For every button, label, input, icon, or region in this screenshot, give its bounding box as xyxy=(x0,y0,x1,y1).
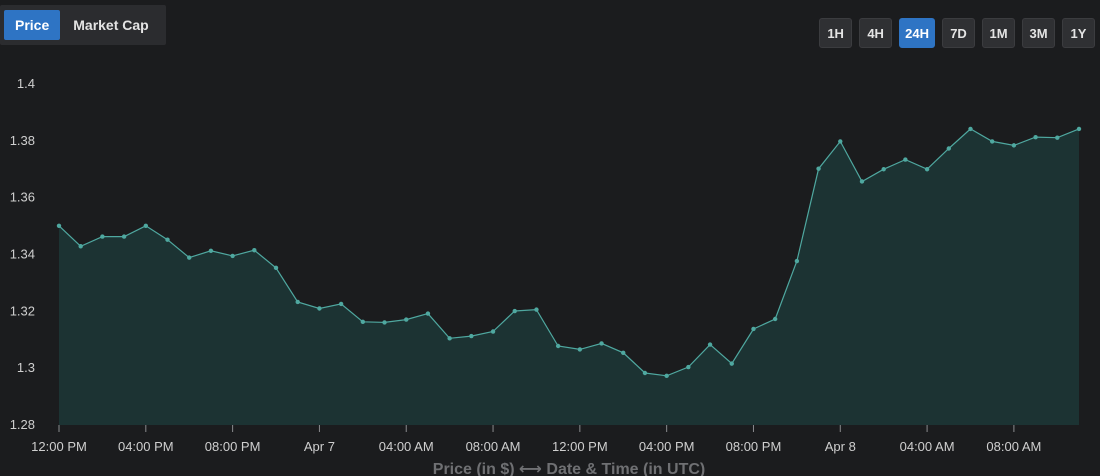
data-point[interactable] xyxy=(577,347,583,352)
data-point[interactable] xyxy=(230,253,235,259)
data-point[interactable] xyxy=(664,373,669,379)
x-tick-label: 12:00 PM xyxy=(31,439,87,454)
axis-caption: Price (in $) ⟷ Date & Time (in UTC) xyxy=(433,461,705,476)
data-point[interactable] xyxy=(295,299,300,305)
data-point[interactable] xyxy=(729,361,734,366)
data-point[interactable] xyxy=(903,157,908,162)
data-point[interactable] xyxy=(946,146,951,151)
x-tick-label: 04:00 AM xyxy=(900,439,955,454)
data-point[interactable] xyxy=(794,258,800,264)
data-point[interactable] xyxy=(187,255,192,260)
data-point[interactable] xyxy=(252,248,257,253)
data-point[interactable] xyxy=(425,311,431,316)
data-point[interactable] xyxy=(165,237,170,242)
data-point[interactable] xyxy=(121,234,127,239)
data-point[interactable] xyxy=(512,308,517,314)
data-point[interactable] xyxy=(447,336,452,341)
data-point[interactable] xyxy=(816,166,821,171)
x-axis: 12:00 PM 04:00 PM 08:00 PM Apr 7 04:00 AM 08:… xyxy=(31,425,1041,454)
data-point[interactable] xyxy=(838,139,843,144)
data-point[interactable] xyxy=(317,306,322,311)
data-point[interactable] xyxy=(599,341,604,346)
y-tick-label: 1.36 xyxy=(10,190,35,205)
x-tick-label: 12:00 PM xyxy=(552,439,608,454)
data-point[interactable] xyxy=(490,329,496,334)
price-area xyxy=(59,128,1079,425)
chart-widget: Price Market Cap 1H 4H 24H 7D 1M 3M 1Y 1… xyxy=(0,0,1100,476)
x-tick-label: 08:00 AM xyxy=(466,439,521,454)
y-tick-label: 1.38 xyxy=(10,133,35,148)
data-point[interactable] xyxy=(100,234,105,239)
data-point[interactable] xyxy=(989,139,995,144)
data-point[interactable] xyxy=(621,350,626,356)
data-point[interactable] xyxy=(772,316,778,322)
data-point[interactable] xyxy=(881,167,886,172)
data-point[interactable] xyxy=(208,248,214,254)
data-point[interactable] xyxy=(1055,135,1060,140)
data-point[interactable] xyxy=(555,343,561,349)
x-tick-label: 08:00 PM xyxy=(205,439,261,454)
y-tick-label: 1.3 xyxy=(17,360,35,375)
x-tick-label: 08:00 AM xyxy=(986,439,1041,454)
data-point[interactable] xyxy=(78,244,83,249)
data-point[interactable] xyxy=(751,326,756,332)
data-point[interactable] xyxy=(143,223,149,228)
x-tick-label: 08:00 PM xyxy=(726,439,782,454)
data-point[interactable] xyxy=(273,265,279,271)
data-point[interactable] xyxy=(924,167,930,172)
x-tick-label: 04:00 AM xyxy=(379,439,434,454)
y-tick-label: 1.4 xyxy=(17,76,35,91)
x-tick-label: Apr 8 xyxy=(825,439,856,454)
data-point[interactable] xyxy=(382,320,387,325)
y-axis: 1.4 1.38 1.36 1.34 1.32 1.3 1.28 xyxy=(10,76,35,432)
data-point[interactable] xyxy=(1033,134,1038,140)
data-point[interactable] xyxy=(642,370,648,376)
y-tick-label: 1.34 xyxy=(10,247,35,262)
data-point[interactable] xyxy=(56,223,62,228)
y-tick-label: 1.32 xyxy=(10,303,35,318)
data-point[interactable] xyxy=(1076,126,1082,132)
data-point[interactable] xyxy=(686,364,691,370)
y-tick-label: 1.28 xyxy=(10,417,35,432)
data-point[interactable] xyxy=(534,307,539,312)
data-point[interactable] xyxy=(360,319,366,325)
data-point[interactable] xyxy=(859,179,865,184)
data-point[interactable] xyxy=(338,301,344,307)
price-chart: 1.4 1.38 1.36 1.34 1.32 1.3 1.28 12:00 PM 04:00… xyxy=(10,76,1082,476)
data-point[interactable] xyxy=(1011,143,1017,148)
x-tick-label: Apr 7 xyxy=(304,439,335,454)
x-tick-label: 04:00 PM xyxy=(639,439,695,454)
data-point[interactable] xyxy=(469,333,474,339)
data-point[interactable] xyxy=(404,317,409,322)
data-point[interactable] xyxy=(968,126,973,132)
x-tick-label: 04:00 PM xyxy=(118,439,174,454)
data-point[interactable] xyxy=(707,342,713,347)
